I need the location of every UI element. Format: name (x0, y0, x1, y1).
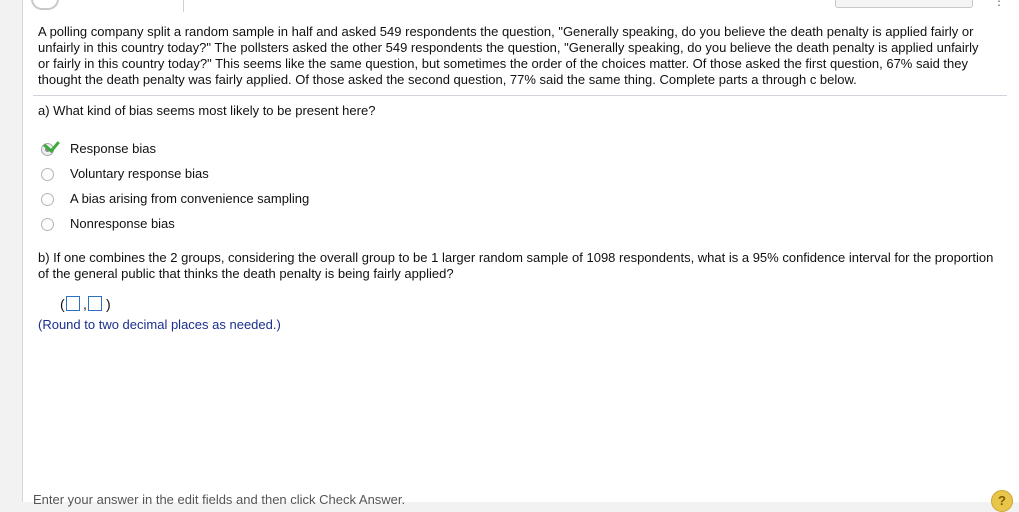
radio-icon[interactable] (41, 218, 54, 231)
back-arrow-icon[interactable] (31, 0, 59, 10)
upper-bound-input[interactable] (88, 296, 102, 311)
option-label: A bias arising from convenience sampling (70, 191, 310, 206)
footer-instruction: Enter your answer in the edit fields and… (33, 492, 406, 507)
option-label: Response bias (70, 141, 156, 156)
rounding-hint: (Round to two decimal places as needed.) (38, 317, 281, 332)
toolbar-control[interactable] (835, 0, 973, 8)
problem-stem: A polling company split a random sample … (38, 24, 979, 87)
section-divider (33, 95, 1007, 96)
close-paren: ) (106, 296, 111, 312)
radio-icon[interactable] (41, 193, 54, 206)
option-label: Nonresponse bias (70, 216, 175, 231)
lower-bound-input[interactable] (66, 296, 80, 311)
toolbar-divider (183, 0, 184, 12)
help-icon[interactable]: ? (991, 490, 1013, 512)
question-panel: ⋮ A polling company split a random sampl… (22, 0, 1019, 512)
toolbar-menu-icon[interactable]: ⋮ (993, 0, 1005, 7)
part-b-question: b) If one combines the 2 groups, conside… (38, 250, 994, 281)
part-a-question: a) What kind of bias seems most likely t… (38, 103, 376, 118)
radio-icon[interactable] (41, 168, 54, 181)
option-label: Voluntary response bias (70, 166, 209, 181)
open-paren: ( (60, 296, 65, 312)
comma: , (83, 296, 87, 312)
